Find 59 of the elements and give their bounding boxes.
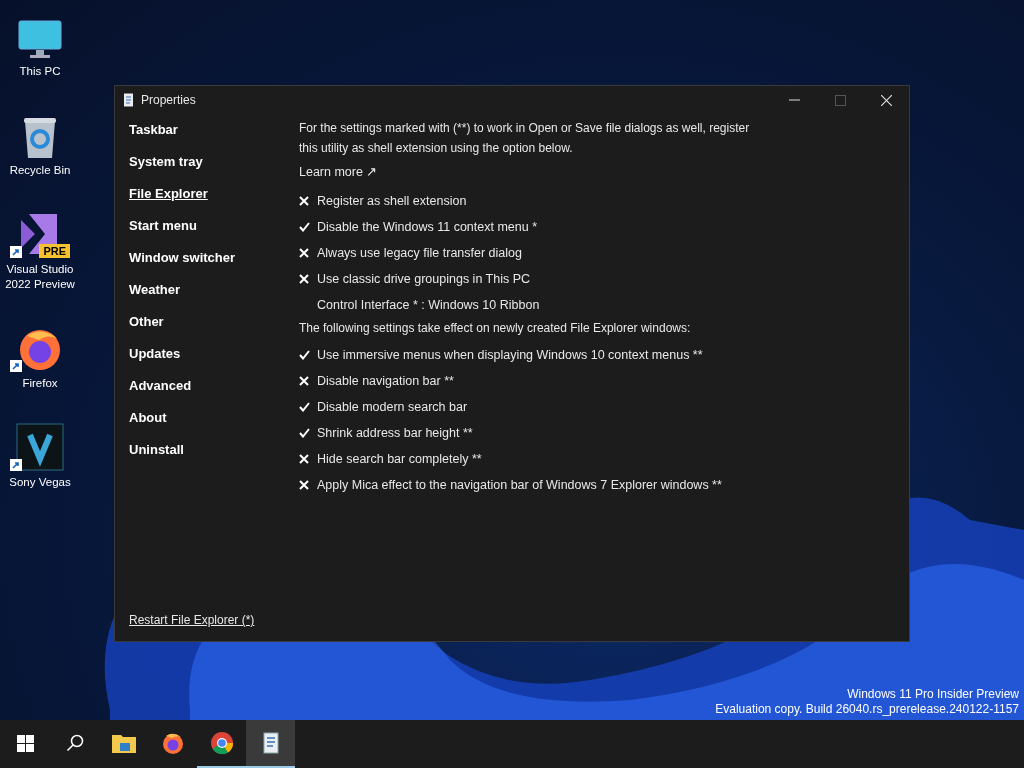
option-label[interactable]: Disable modern search bar <box>317 397 468 417</box>
maximize-icon <box>834 94 846 106</box>
window-title: Properties <box>141 92 197 109</box>
option-label[interactable]: Use classic drive groupings in This PC <box>317 269 531 289</box>
folder-icon <box>110 732 137 754</box>
windows-logo-icon <box>17 734 34 752</box>
monitor-icon <box>18 20 62 60</box>
check-mark-icon[interactable] <box>299 350 311 360</box>
sidebar-item[interactable]: Updates <box>129 344 181 376</box>
sidebar-item[interactable]: Uninstall <box>129 440 184 472</box>
search-icon <box>65 734 84 752</box>
cross-mark-icon[interactable] <box>299 274 311 284</box>
chrome-logo-icon <box>209 731 234 755</box>
cross-mark-icon[interactable] <box>299 480 311 490</box>
vegas-logo-icon <box>16 423 64 471</box>
firefox-logo-icon <box>160 731 185 755</box>
check-mark-icon[interactable] <box>299 402 311 412</box>
desktop-icon-label[interactable]: Firefox <box>22 376 58 391</box>
desktop-icon-label[interactable]: Recycle Bin <box>9 163 71 178</box>
sidebar-item[interactable]: File Explorer <box>129 184 208 216</box>
info-text: The following settings take effect on newly created File Explorer windows: <box>299 320 692 337</box>
cross-mark-icon[interactable] <box>299 248 311 258</box>
cross-mark-icon[interactable] <box>299 454 311 464</box>
document-app-icon <box>262 732 279 754</box>
check-mark-icon[interactable] <box>299 428 311 438</box>
option-label[interactable]: Always use legacy file transfer dialog <box>317 243 522 263</box>
option-label[interactable]: Apply Mica effect to the navigation bar of Windows 7 Explorer windows ** <box>317 475 722 495</box>
minimize-icon <box>788 99 800 101</box>
sidebar-item[interactable]: Taskbar <box>129 120 178 152</box>
sidebar-item[interactable]: Other <box>129 312 164 344</box>
cross-mark-icon[interactable] <box>299 196 311 206</box>
info-text: For the settings marked with (**) to work in Open or Save file dialogs as well, register this utility as shell extension using the option below. <box>299 120 751 157</box>
sidebar-item[interactable]: About <box>129 408 167 440</box>
taskbar-button[interactable] <box>246 720 295 768</box>
option-label[interactable]: Register as shell extension <box>317 191 467 211</box>
option-label[interactable]: Use immersive menus when displaying Windows 10 context menus ** <box>317 345 703 365</box>
close-icon <box>880 94 892 106</box>
preview-badge: PRE <box>39 244 70 258</box>
option-choice[interactable]: Control Interface * : Windows 10 Ribbon <box>317 295 540 315</box>
build-watermark-text: Evaluation copy. Build 26040.rs_prerelease.240122-1157 <box>715 702 1019 717</box>
option-label[interactable]: Shrink address bar height ** <box>317 423 473 443</box>
desktop-icon-label[interactable]: Visual Studio 2022 Preview <box>0 262 80 292</box>
desktop-icon-label[interactable]: This PC <box>19 64 61 79</box>
option-label[interactable]: Disable the Windows 11 context menu * <box>317 217 538 237</box>
build-watermark-text: Windows 11 Pro Insider Preview <box>847 687 1019 702</box>
sidebar-item[interactable]: Advanced <box>129 376 192 408</box>
check-mark-icon[interactable] <box>299 222 311 232</box>
option-label[interactable]: Disable navigation bar ** <box>317 371 454 391</box>
learn-more-link[interactable]: Learn more ↗ <box>299 162 378 182</box>
sidebar-item[interactable]: Window switcher <box>129 248 236 280</box>
sidebar-item[interactable]: Start menu <box>129 216 197 248</box>
restart-explorer-link[interactable]: Restart File Explorer (*) <box>129 611 255 629</box>
option-label[interactable]: Hide search bar completely ** <box>317 449 482 469</box>
app-icon <box>123 93 135 107</box>
desktop-icon-label[interactable]: Sony Vegas <box>9 475 71 490</box>
sidebar-item[interactable]: Weather <box>129 280 181 312</box>
cross-mark-icon[interactable] <box>299 376 311 386</box>
sidebar-item[interactable]: System tray <box>129 152 203 184</box>
recycle-bin-icon <box>22 117 58 159</box>
